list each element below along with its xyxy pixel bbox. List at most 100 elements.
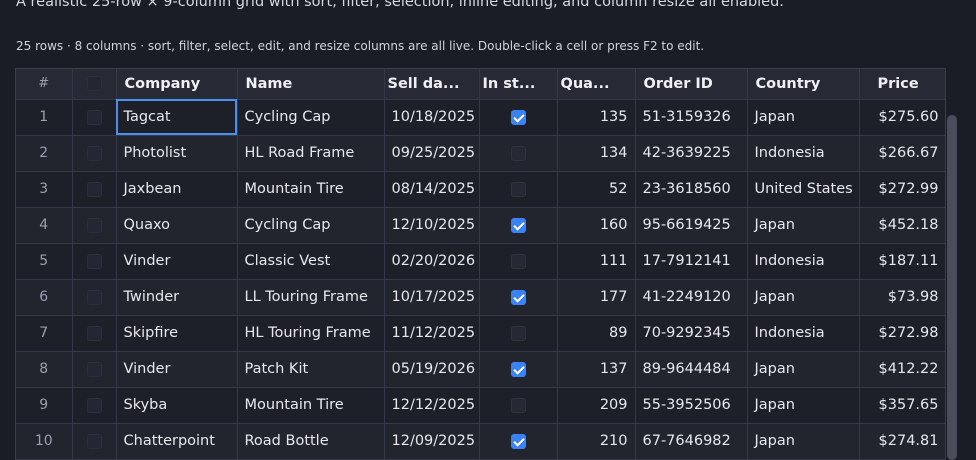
row-select-cell[interactable] [72, 387, 117, 424]
name-cell[interactable]: Mountain Tire [237, 171, 385, 208]
price-cell[interactable]: $73.98 [859, 279, 945, 316]
country-cell[interactable]: Indonesia [747, 315, 860, 352]
vertical-scrollbar-thumb[interactable] [947, 115, 957, 460]
row-select-checkbox[interactable] [86, 433, 102, 449]
row-select-checkbox[interactable] [86, 289, 102, 305]
in-stock-checkbox[interactable] [510, 217, 526, 233]
order-id-cell[interactable]: 55-3952506 [635, 387, 748, 424]
name-cell[interactable]: Classic Vest [237, 243, 385, 280]
header-sell-date[interactable]: Sell da... [384, 69, 480, 100]
company-cell[interactable]: Skyba [116, 387, 238, 424]
sell-date-cell[interactable]: 10/18/2025 [384, 99, 480, 136]
header-in-stock[interactable]: In st... [479, 69, 558, 100]
table-row[interactable]: 5 Vinder Classic Vest 02/20/2026 111 17-79121… [16, 243, 945, 280]
company-cell[interactable]: Photolist [116, 135, 238, 172]
in-stock-checkbox[interactable] [510, 181, 526, 197]
name-cell[interactable]: Patch Kit [237, 351, 385, 388]
in-stock-checkbox[interactable] [510, 253, 526, 269]
quantity-cell[interactable]: 89 [557, 315, 636, 352]
country-cell[interactable]: Japan [747, 387, 860, 424]
name-cell[interactable]: Mountain Tire [237, 387, 385, 424]
table-row[interactable]: 3 Jaxbean Mountain Tire 08/14/2025 52 23-3618… [16, 171, 945, 208]
country-cell[interactable]: Indonesia [747, 243, 860, 280]
price-cell[interactable]: $274.81 [859, 423, 945, 460]
in-stock-cell[interactable] [479, 135, 558, 172]
header-name[interactable]: Name [237, 69, 385, 100]
order-id-cell[interactable]: 70-9292345 [635, 315, 748, 352]
in-stock-cell[interactable] [479, 243, 558, 280]
sell-date-cell[interactable]: 12/10/2025 [384, 207, 480, 244]
company-cell[interactable]: Quaxo [116, 207, 238, 244]
sell-date-cell[interactable]: 09/25/2025 [384, 135, 480, 172]
row-select-cell[interactable] [72, 279, 117, 316]
row-select-cell[interactable] [72, 99, 117, 136]
in-stock-cell[interactable] [479, 315, 558, 352]
table-row[interactable]: 2 Photolist HL Road Frame 09/25/2025 134 42-3… [16, 135, 945, 172]
price-cell[interactable]: $412.22 [859, 351, 945, 388]
header-company[interactable]: Company [116, 69, 238, 100]
price-cell[interactable]: $272.98 [859, 315, 945, 352]
row-select-cell[interactable] [72, 243, 117, 280]
in-stock-checkbox[interactable] [510, 361, 526, 377]
country-cell[interactable]: Japan [747, 279, 860, 316]
header-select-all[interactable] [72, 69, 117, 100]
table-row[interactable]: 10 Chatterpoint Road Bottle 12/09/2025 210 67… [16, 423, 945, 460]
table-row[interactable]: 7 Skipfire HL Touring Frame 11/12/2025 89 70-… [16, 315, 945, 352]
table-row[interactable]: 9 Skyba Mountain Tire 12/12/2025 209 55-39525… [16, 387, 945, 424]
quantity-cell[interactable]: 177 [557, 279, 636, 316]
in-stock-cell[interactable] [479, 423, 558, 460]
in-stock-cell[interactable] [479, 279, 558, 316]
country-cell[interactable]: United States [747, 171, 860, 208]
order-id-cell[interactable]: 23-3618560 [635, 171, 748, 208]
order-id-cell[interactable]: 89-9644484 [635, 351, 748, 388]
row-select-cell[interactable] [72, 135, 117, 172]
in-stock-checkbox[interactable] [510, 325, 526, 341]
in-stock-checkbox[interactable] [510, 433, 526, 449]
row-select-checkbox[interactable] [86, 181, 102, 197]
company-cell[interactable]: Chatterpoint [116, 423, 238, 460]
name-cell[interactable]: HL Road Frame [237, 135, 385, 172]
row-select-checkbox[interactable] [86, 253, 102, 269]
row-select-checkbox[interactable] [86, 109, 102, 125]
sell-date-cell[interactable]: 02/20/2026 [384, 243, 480, 280]
price-cell[interactable]: $266.67 [859, 135, 945, 172]
order-id-cell[interactable]: 17-7912141 [635, 243, 748, 280]
order-id-cell[interactable]: 67-7646982 [635, 423, 748, 460]
quantity-cell[interactable]: 210 [557, 423, 636, 460]
in-stock-checkbox[interactable] [510, 289, 526, 305]
quantity-cell[interactable]: 134 [557, 135, 636, 172]
quantity-cell[interactable]: 135 [557, 99, 636, 136]
quantity-cell[interactable]: 209 [557, 387, 636, 424]
row-select-checkbox[interactable] [86, 217, 102, 233]
name-cell[interactable]: Cycling Cap [237, 99, 385, 136]
sell-date-cell[interactable]: 12/12/2025 [384, 387, 480, 424]
order-id-cell[interactable]: 51-3159326 [635, 99, 748, 136]
in-stock-cell[interactable] [479, 99, 558, 136]
company-cell[interactable]: Skipfire [116, 315, 238, 352]
sell-date-cell[interactable]: 08/14/2025 [384, 171, 480, 208]
quantity-cell[interactable]: 111 [557, 243, 636, 280]
name-cell[interactable]: Cycling Cap [237, 207, 385, 244]
name-cell[interactable]: LL Touring Frame [237, 279, 385, 316]
company-cell[interactable]: Twinder [116, 279, 238, 316]
name-cell[interactable]: Road Bottle [237, 423, 385, 460]
price-cell[interactable]: $187.11 [859, 243, 945, 280]
header-quantity[interactable]: Qua... [557, 69, 636, 100]
table-row[interactable]: 1 Tagcat Cycling Cap 10/18/2025 135 51-315932… [16, 99, 945, 136]
table-row[interactable]: 4 Quaxo Cycling Cap 12/10/2025 160 95-6619425… [16, 207, 945, 244]
table-row[interactable]: 6 Twinder LL Touring Frame 10/17/2025 177 41-… [16, 279, 945, 316]
order-id-cell[interactable]: 95-6619425 [635, 207, 748, 244]
row-select-checkbox[interactable] [86, 145, 102, 161]
row-select-cell[interactable] [72, 207, 117, 244]
name-cell[interactable]: HL Touring Frame [237, 315, 385, 352]
in-stock-checkbox[interactable] [510, 397, 526, 413]
order-id-cell[interactable]: 41-2249120 [635, 279, 748, 316]
header-country[interactable]: Country [747, 69, 860, 100]
country-cell[interactable]: Japan [747, 423, 860, 460]
in-stock-cell[interactable] [479, 387, 558, 424]
row-select-checkbox[interactable] [86, 397, 102, 413]
country-cell[interactable]: Japan [747, 351, 860, 388]
row-select-cell[interactable] [72, 423, 117, 460]
price-cell[interactable]: $272.99 [859, 171, 945, 208]
row-select-cell[interactable] [72, 315, 117, 352]
